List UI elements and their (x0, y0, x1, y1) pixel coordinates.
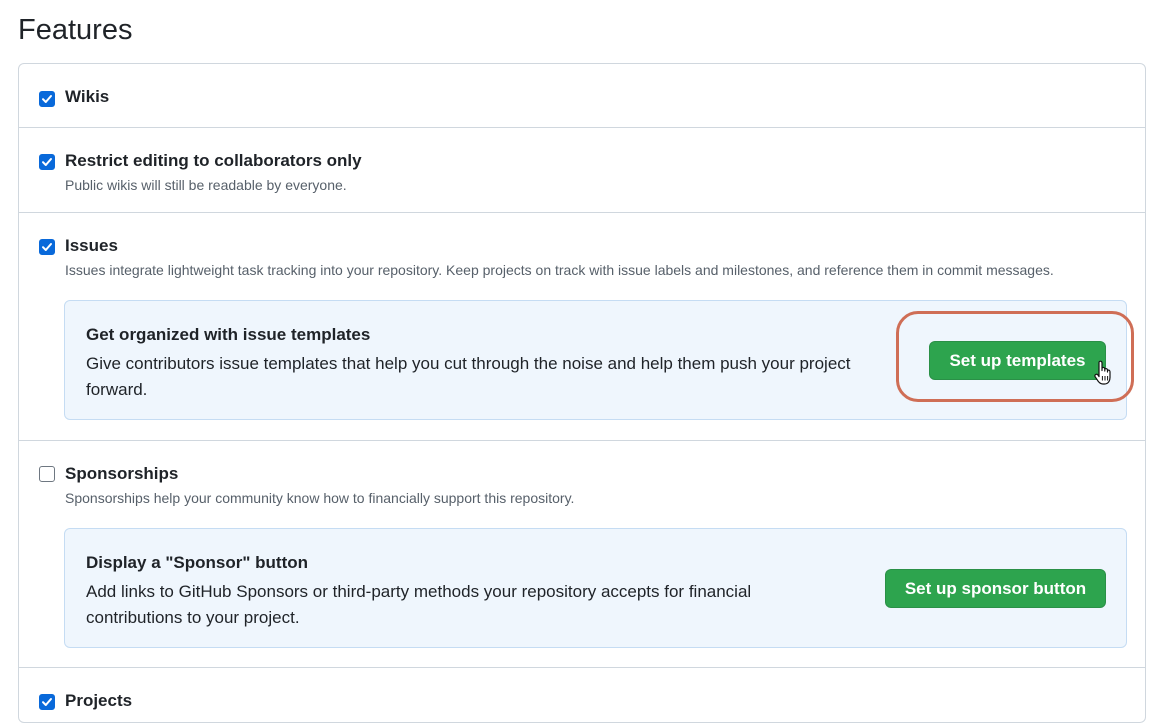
sponsor-button-promo: Display a "Sponsor" button Add links to … (64, 528, 1127, 648)
restrict-editing-label: Restrict editing to collaborators only (65, 151, 362, 170)
set-up-sponsor-button[interactable]: Set up sponsor button (885, 569, 1106, 608)
issues-checkbox[interactable] (39, 239, 55, 255)
issue-templates-description: Give contributors issue templates that h… (86, 354, 851, 399)
features-box: Wikis Restrict editing to collaborators … (18, 63, 1146, 723)
issue-templates-title: Get organized with issue templates (86, 325, 371, 344)
feature-row-projects: Projects (19, 668, 1145, 722)
check-icon (42, 698, 52, 706)
feature-row-sponsorships: Sponsorships Sponsorships help your comm… (19, 441, 1145, 668)
check-icon (42, 95, 52, 103)
sponsor-button-description: Add links to GitHub Sponsors or third-pa… (86, 582, 752, 627)
issue-templates-promo: Get organized with issue templates Give … (64, 300, 1127, 420)
check-icon (42, 158, 52, 166)
hand-pointer-icon (1094, 360, 1111, 385)
set-up-templates-button[interactable]: Set up templates (929, 341, 1106, 380)
sponsorships-label: Sponsorships (65, 464, 179, 483)
feature-row-wikis: Wikis (19, 64, 1145, 128)
issues-label: Issues (65, 236, 118, 255)
check-icon (42, 243, 52, 251)
feature-row-issues: Issues Issues integrate lightweight task… (19, 213, 1145, 441)
page-title: Features (18, 14, 133, 46)
sponsor-button-title: Display a "Sponsor" button (86, 553, 309, 572)
issues-description: Issues integrate lightweight task tracki… (65, 262, 1054, 278)
projects-checkbox[interactable] (39, 694, 55, 710)
projects-label: Projects (65, 691, 133, 710)
wikis-checkbox[interactable] (39, 91, 55, 107)
restrict-editing-description: Public wikis will still be readable by e… (65, 177, 347, 193)
sponsorships-checkbox[interactable] (39, 466, 55, 482)
sponsorships-description: Sponsorships help your community know ho… (65, 490, 575, 506)
wikis-label: Wikis (65, 87, 110, 106)
feature-row-restrict-editing: Restrict editing to collaborators only P… (19, 128, 1145, 213)
restrict-editing-checkbox[interactable] (39, 154, 55, 170)
